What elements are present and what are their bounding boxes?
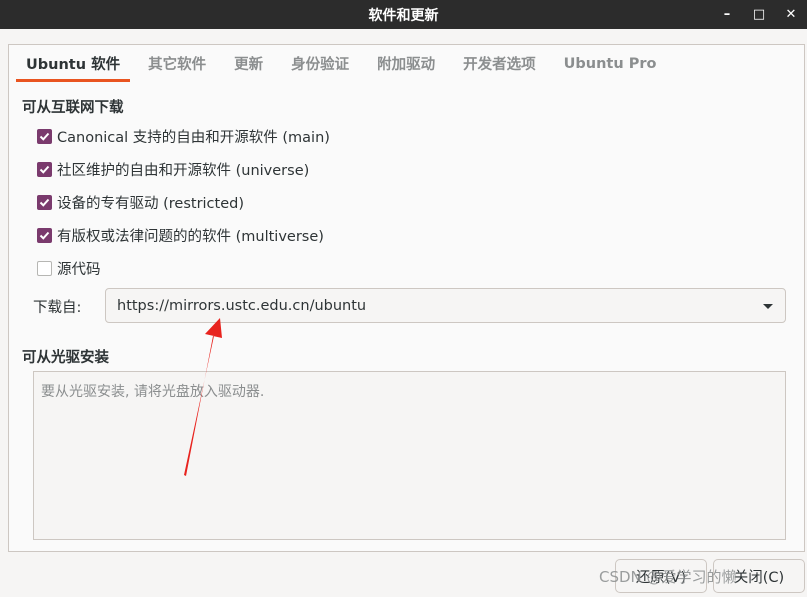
internet-section-title: 可从互联网下载 [22,100,124,116]
close-button-label: 关闭(C) [733,569,785,586]
tab-authentication[interactable]: 身份验证 [281,45,359,82]
option-label: 有版权或法律问题的的软件 (multiverse) [57,228,324,245]
tab-updates[interactable]: 更新 [224,45,273,82]
option-multiverse[interactable]: 有版权或法律问题的的软件 (multiverse) [37,225,324,245]
checkbox-checked-icon[interactable] [37,161,52,177]
close-icon[interactable]: ✕ [779,0,803,29]
option-label: 设备的专有驱动 (restricted) [57,195,244,212]
checkbox-checked-icon[interactable] [37,128,52,144]
window-titlebar: 软件和更新 – □ ✕ [0,0,807,29]
option-restricted[interactable]: 设备的专有驱动 (restricted) [37,192,244,212]
checkbox-checked-icon[interactable] [37,227,52,243]
option-main[interactable]: Canonical 支持的自由和开源软件 (main) [37,126,330,146]
watermark: CSDN @爱学习的懒 [599,568,737,586]
checkbox-checked-icon[interactable] [37,194,52,210]
cdrom-hint: 要从光驱安装, 请将光盘放入驱动器. [41,384,265,400]
option-source-code[interactable]: 源代码 [37,258,101,278]
tab-other-software[interactable]: 其它软件 [138,45,216,82]
download-server-dropdown[interactable]: https://mirrors.ustc.edu.cn/ubuntu [105,288,786,323]
cdrom-section-title: 可从光驱安装 [22,350,109,366]
download-server-value: https://mirrors.ustc.edu.cn/ubuntu [117,297,367,314]
cdrom-list[interactable]: 要从光驱安装, 请将光盘放入驱动器. [33,371,786,540]
tab-ubuntu-pro[interactable]: Ubuntu Pro [554,45,667,82]
option-universe[interactable]: 社区维护的自由和开源软件 (universe) [37,159,309,179]
tab-ubuntu-software[interactable]: Ubuntu 软件 [16,45,131,82]
tab-developer-options[interactable]: 开发者选项 [453,45,546,82]
checkbox-unchecked-icon[interactable] [37,260,52,276]
option-label: 社区维护的自由和开源软件 (universe) [57,162,310,179]
minimize-icon[interactable]: – [715,0,739,29]
chevron-down-icon [763,304,773,309]
tab-bar: Ubuntu 软件 其它软件 更新 身份验证 附加驱动 开发者选项 Ubuntu… [8,44,805,82]
maximize-icon[interactable]: □ [747,0,771,29]
window-title: 软件和更新 [368,7,439,24]
option-label: 源代码 [57,261,101,278]
tab-additional-drivers[interactable]: 附加驱动 [367,45,445,82]
download-from-label: 下载自: [33,300,82,316]
option-label: Canonical 支持的自由和开源软件 (main) [57,129,330,146]
